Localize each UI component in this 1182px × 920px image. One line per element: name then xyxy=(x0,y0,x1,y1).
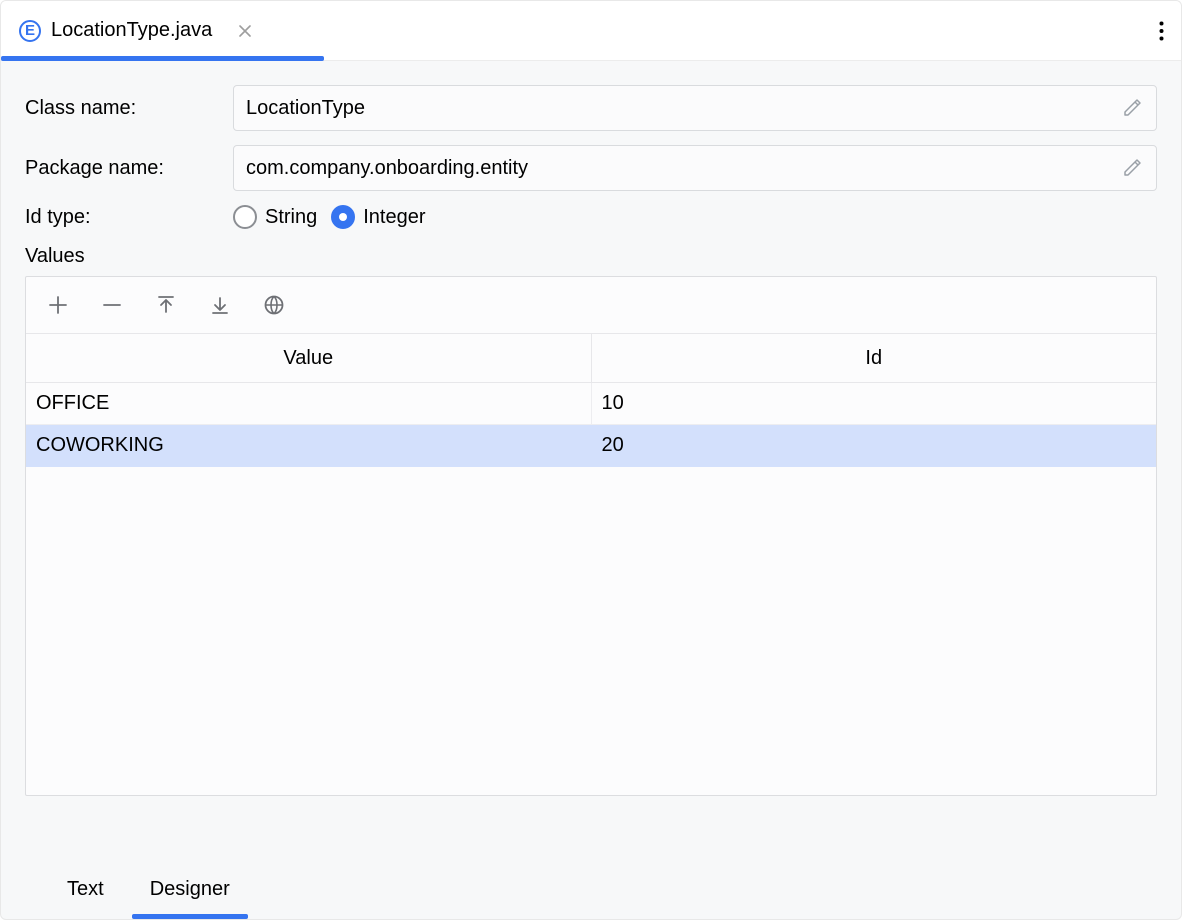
edit-icon[interactable] xyxy=(1120,96,1144,120)
cell-id[interactable]: 20 xyxy=(592,425,1157,466)
localize-icon[interactable] xyxy=(260,291,288,319)
add-icon[interactable] xyxy=(44,291,72,319)
cell-value[interactable]: OFFICE xyxy=(26,383,592,424)
id-type-string-radio[interactable]: String xyxy=(233,205,317,229)
form-body: Class name: LocationType Package name: c… xyxy=(1,61,1181,919)
tabbar: E LocationType.java xyxy=(1,1,1181,61)
package-name-field[interactable]: com.company.onboarding.entity xyxy=(233,145,1157,191)
cell-value[interactable]: COWORKING xyxy=(26,425,592,466)
remove-icon[interactable] xyxy=(98,291,126,319)
id-type-label: Id type: xyxy=(25,206,217,229)
enum-file-icon: E xyxy=(19,20,41,42)
package-name-row: Package name: com.company.onboarding.ent… xyxy=(25,145,1157,191)
move-up-icon[interactable] xyxy=(152,291,180,319)
move-down-icon[interactable] xyxy=(206,291,234,319)
tab-designer[interactable]: Designer xyxy=(132,859,248,919)
table-row[interactable]: OFFICE 10 xyxy=(26,383,1156,425)
editor-tab-title: LocationType.java xyxy=(51,19,212,42)
id-type-integer-radio[interactable]: Integer xyxy=(331,205,425,229)
cell-id[interactable]: 10 xyxy=(592,383,1157,424)
values-table[interactable]: Value Id OFFICE 10 COWORKING 20 xyxy=(26,333,1156,795)
id-type-radio-group: String Integer xyxy=(233,205,426,229)
close-icon[interactable] xyxy=(236,22,254,40)
tab-designer-label: Designer xyxy=(150,878,230,901)
column-id[interactable]: Id xyxy=(592,334,1157,382)
id-type-row: Id type: String Integer xyxy=(25,205,1157,229)
values-box: Value Id OFFICE 10 COWORKING 20 xyxy=(25,276,1157,796)
tab-text-label: Text xyxy=(67,878,104,901)
values-label: Values xyxy=(25,245,1157,268)
more-options-icon[interactable] xyxy=(1141,1,1181,61)
id-type-string-label: String xyxy=(265,206,317,229)
column-value[interactable]: Value xyxy=(26,334,592,382)
bottom-tabs: Text Designer xyxy=(25,859,1157,919)
radio-icon xyxy=(331,205,355,229)
id-type-integer-label: Integer xyxy=(363,206,425,229)
class-name-value: LocationType xyxy=(246,97,365,120)
package-name-label: Package name: xyxy=(25,157,217,180)
radio-icon xyxy=(233,205,257,229)
table-header: Value Id xyxy=(26,333,1156,383)
class-name-label: Class name: xyxy=(25,97,217,120)
edit-icon[interactable] xyxy=(1120,156,1144,180)
package-name-value: com.company.onboarding.entity xyxy=(246,157,528,180)
editor-tab[interactable]: E LocationType.java xyxy=(1,1,272,60)
class-name-row: Class name: LocationType xyxy=(25,85,1157,131)
class-name-field[interactable]: LocationType xyxy=(233,85,1157,131)
values-toolbar xyxy=(26,277,1156,333)
table-row[interactable]: COWORKING 20 xyxy=(26,425,1156,467)
editor-panel: E LocationType.java Class name: Location… xyxy=(0,0,1182,920)
tab-text[interactable]: Text xyxy=(49,859,122,919)
